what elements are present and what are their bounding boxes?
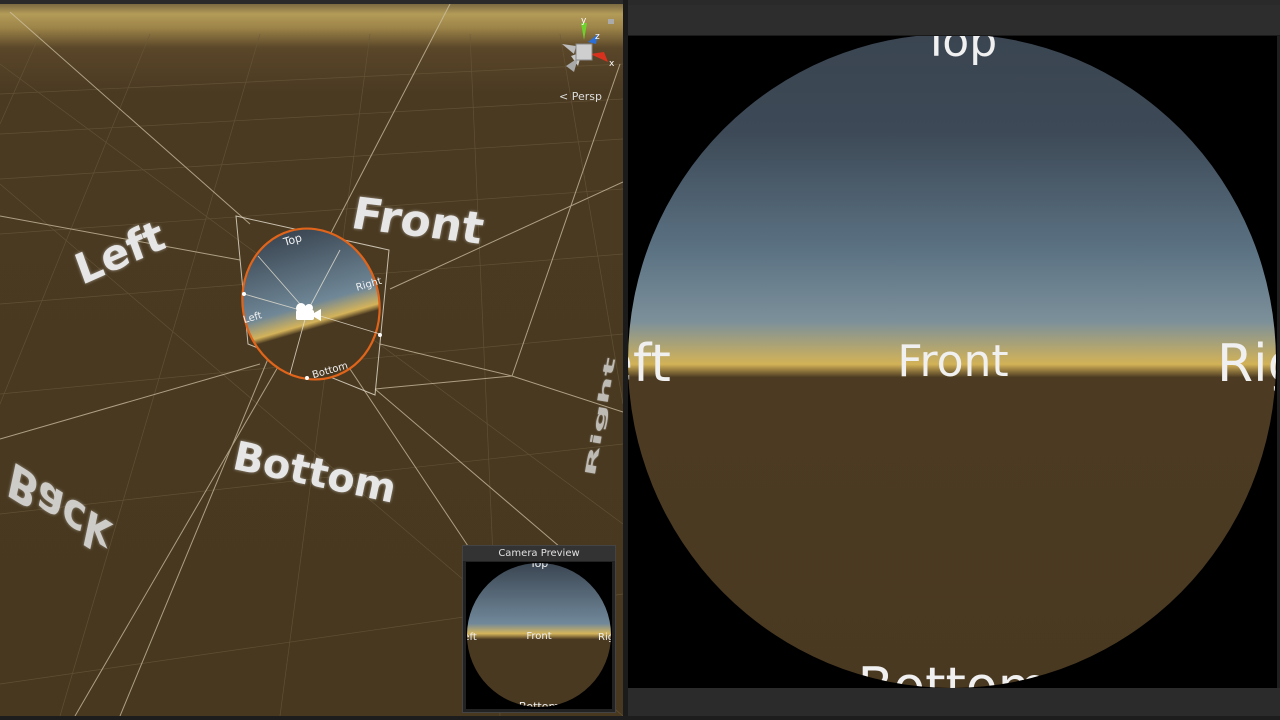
projection-toggle[interactable]: < Persp <box>559 90 602 103</box>
x-axis-cone-icon <box>590 52 608 62</box>
fisheye-top-label: Top <box>922 36 997 67</box>
preview-right-label: Right <box>598 632 612 643</box>
orientation-gizmo[interactable]: y z x <box>552 14 622 84</box>
camera-preview-title: Camera Preview <box>463 546 615 561</box>
preview-bottom-label: Bottom <box>519 700 559 709</box>
z-axis-label: z <box>595 32 600 42</box>
lock-icon <box>608 19 614 24</box>
preview-left-label: Left <box>466 632 477 643</box>
fisheye-left-label: Left <box>628 334 671 394</box>
camera-preview-image: Top Front Left Right Bottom <box>466 562 612 709</box>
fisheye-right-label: Right <box>1217 334 1277 394</box>
preview-front-label: Front <box>526 631 551 642</box>
game-status-bar <box>628 688 1280 716</box>
scene-view[interactable]: Top Left Right Bottom Front Left Bottom … <box>0 4 623 716</box>
x-axis-label: x <box>609 59 615 69</box>
fisheye-front-label: Front <box>897 336 1008 387</box>
game-view: Top Front Left Right Bottom <box>628 5 1280 716</box>
camera-preview-window: Camera Preview Top Front eft Rig Bottom <box>462 545 616 713</box>
fisheye-bottom-label: Bottom <box>858 657 1049 688</box>
y-axis-label: y <box>581 16 587 26</box>
game-toolbar <box>628 5 1280 36</box>
bottom-bar <box>0 716 1280 720</box>
preview-top-label: Top <box>529 562 549 570</box>
fisheye-render: Top Front Left Right Bottom <box>628 36 1277 688</box>
